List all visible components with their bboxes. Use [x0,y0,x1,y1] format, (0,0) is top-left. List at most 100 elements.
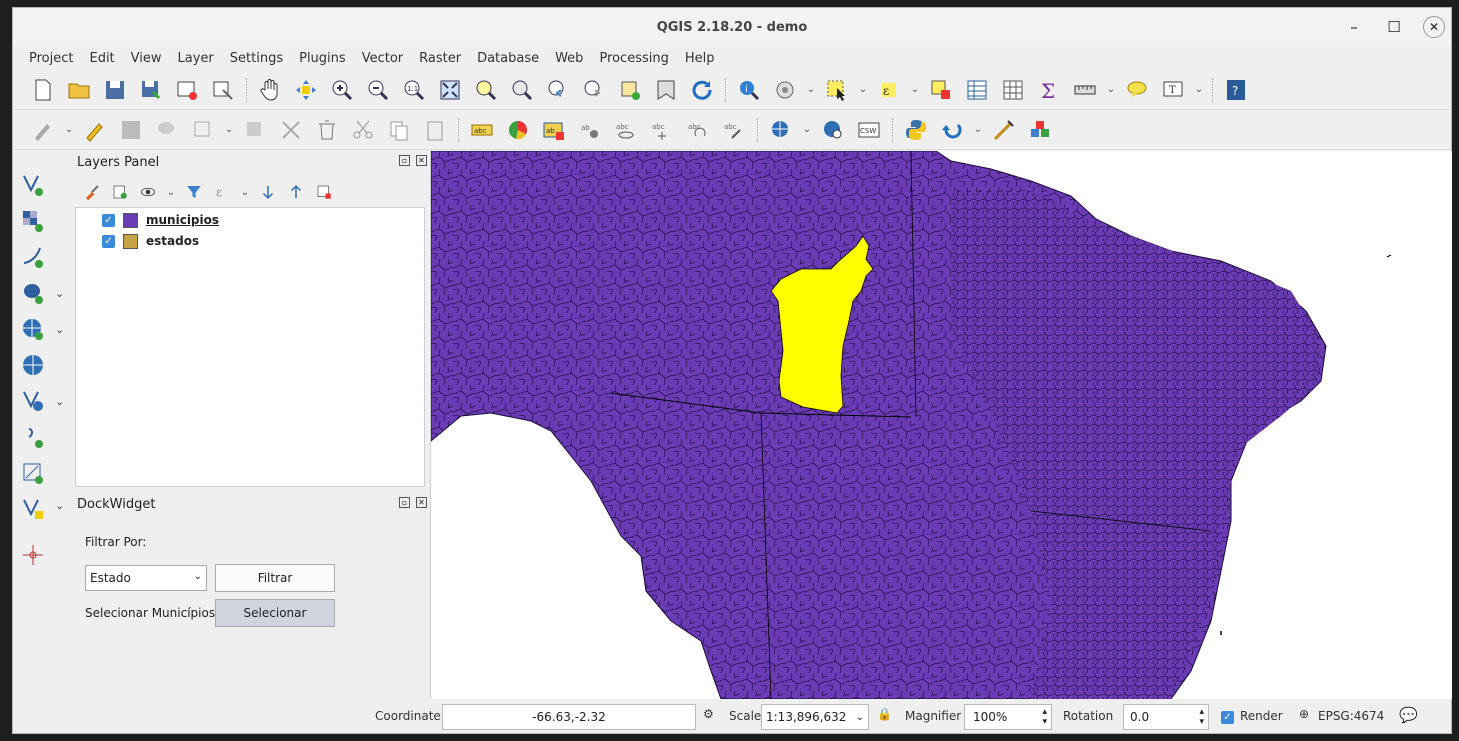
chevron-down-icon[interactable]: ⌄ [55,323,64,336]
pan-hand-icon[interactable] [254,74,286,106]
trash-icon[interactable] [311,114,343,146]
show-hide-labels-icon[interactable]: abc [610,114,642,146]
rotation-spinbox[interactable]: 0.0 ▴ ▾ [1123,704,1209,730]
new-shapefile-layer-icon[interactable] [19,495,47,523]
remove-layer-icon[interactable] [313,181,335,203]
zoom-last-icon[interactable] [542,74,574,106]
rotate-label-icon[interactable]: abc [682,114,714,146]
add-raster-layer-icon[interactable] [19,207,47,235]
change-label-icon[interactable]: abc [718,114,750,146]
extents-toggle-icon[interactable]: ⚙ [703,707,714,721]
copy-icon[interactable] [383,114,415,146]
plugin-icon[interactable] [1024,114,1056,146]
menu-raster[interactable]: Raster [411,51,469,66]
chevron-down-icon[interactable]: ⌄ [1105,84,1117,95]
chevron-down-icon[interactable]: ⌄ [223,124,235,135]
close-panel-button[interactable]: ✕ [416,497,427,508]
digitizing-tool-icon[interactable] [988,114,1020,146]
zoom-out-icon[interactable] [362,74,394,106]
crosshair-icon[interactable] [19,541,47,569]
zoom-full-icon[interactable] [434,74,466,106]
chevron-down-icon[interactable]: ⌄ [165,187,177,198]
layer-visibility-checkbox[interactable]: ✓ [102,213,115,227]
chevron-down-icon[interactable]: ⌄ [239,187,251,198]
paste-icon[interactable] [419,114,451,146]
map-canvas[interactable] [431,151,1452,699]
chevron-down-icon[interactable]: ⌄ [909,84,921,95]
spin-arrows-icon[interactable]: ▴ ▾ [1199,707,1204,727]
chevron-down-icon[interactable]: ⌄ [55,287,64,300]
metasearch-icon[interactable] [817,114,849,146]
magnifier-spinbox[interactable]: 100% ▴ ▾ [964,704,1052,730]
expand-all-icon[interactable] [257,181,279,203]
field-calculator-icon[interactable] [997,74,1029,106]
zoom-to-selection-icon[interactable] [470,74,502,106]
current-edits-icon[interactable] [27,114,59,146]
wms-globe-icon[interactable] [765,114,797,146]
statistics-sum-icon[interactable]: Σ [1033,74,1065,106]
filter-icon[interactable] [183,181,205,203]
chevron-down-icon[interactable]: ⌄ [857,84,869,95]
zoom-next-icon[interactable] [578,74,610,106]
move-label-icon[interactable]: abc [646,114,678,146]
close-panel-button[interactable]: ✕ [416,155,427,166]
attribute-table-icon[interactable] [961,74,993,106]
add-group-icon[interactable] [109,181,131,203]
new-print-composer-icon[interactable] [171,74,203,106]
chevron-down-icon[interactable]: ⌄ [972,124,984,135]
float-panel-button[interactable]: ▫ [399,497,410,508]
menu-settings[interactable]: Settings [222,51,291,66]
crs-status[interactable]: EPSG:4674 [1318,709,1384,723]
filter-expression-icon[interactable]: ε [211,181,233,203]
composer-manager-icon[interactable] [207,74,239,106]
add-wms-layer-icon[interactable] [19,315,47,343]
add-virtual-layer-icon[interactable] [19,459,47,487]
render-checkbox[interactable]: ✓ [1221,711,1234,724]
maximize-button[interactable]: ☐ [1383,16,1405,38]
layer-visibility-checkbox[interactable]: ✓ [102,234,115,248]
chevron-down-icon[interactable]: ⌄ [55,499,64,512]
chevron-down-icon[interactable]: ⌄ [55,395,64,408]
menu-help[interactable]: Help [677,51,723,66]
menu-project[interactable]: Project [21,51,81,66]
chevron-down-icon[interactable]: ⌄ [1193,84,1205,95]
save-project-icon[interactable] [99,74,131,106]
layer-item-estados[interactable]: ✓ estados [102,231,199,251]
action-icon[interactable] [769,74,801,106]
refresh-icon[interactable] [686,74,718,106]
filter-button[interactable]: Filtrar [215,564,335,592]
visibility-eye-icon[interactable] [137,181,159,203]
menu-edit[interactable]: Edit [81,51,122,66]
add-wfs-layer-icon[interactable] [19,387,47,415]
float-panel-button[interactable]: ▫ [399,155,410,166]
identify-icon[interactable]: i [733,74,765,106]
label-tool-icon[interactable]: abc [466,114,498,146]
menu-database[interactable]: Database [469,51,547,66]
cut-icon[interactable] [347,114,379,146]
select-features-icon[interactable] [821,74,853,106]
map-tips-icon[interactable] [1121,74,1153,106]
minimize-button[interactable]: – [1343,16,1365,38]
menu-layer[interactable]: Layer [170,51,222,66]
delete-selected-icon[interactable] [275,114,307,146]
spin-arrows-icon[interactable]: ▴ ▾ [1042,707,1047,727]
zoom-in-icon[interactable] [326,74,358,106]
lock-icon[interactable]: 🔒 [877,707,892,721]
new-project-icon[interactable] [27,74,59,106]
menu-vector[interactable]: Vector [354,51,411,66]
help-icon[interactable]: ? [1220,74,1252,106]
move-feature-icon[interactable] [187,114,219,146]
menu-view[interactable]: View [123,51,170,66]
chevron-down-icon[interactable]: ⌄ [63,124,75,135]
open-project-icon[interactable] [63,74,95,106]
coordinate-field[interactable]: -66.63,-2.32 [442,704,696,730]
add-delimited-text-icon[interactable] [19,423,47,451]
add-vector-layer-icon[interactable] [19,171,47,199]
menu-web[interactable]: Web [547,51,591,66]
save-as-icon[interactable] [135,74,167,106]
add-spatialite-layer-icon[interactable] [19,243,47,271]
chevron-down-icon[interactable]: ⌄ [801,124,813,135]
collapse-all-icon[interactable] [285,181,307,203]
diagram-icon[interactable] [502,114,534,146]
measure-ruler-icon[interactable] [1069,74,1101,106]
